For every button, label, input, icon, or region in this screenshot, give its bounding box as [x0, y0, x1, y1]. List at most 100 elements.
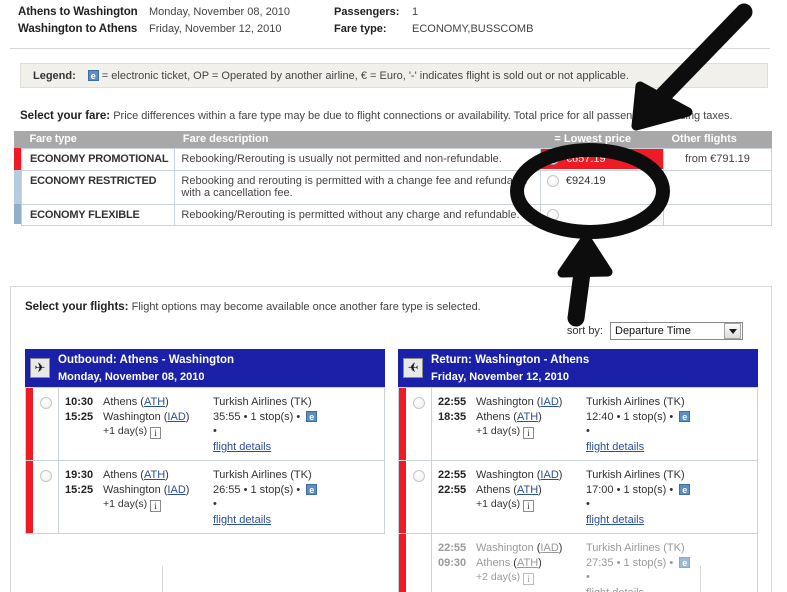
flight-info: Turkish Airlines (TK) 26:55 • 1 stop(s) …: [207, 461, 384, 533]
eticket-icon: e: [306, 411, 318, 423]
flight-select-radio-wrap[interactable]: [406, 388, 432, 460]
other-flights-cell[interactable]: from €791.19: [662, 147, 773, 171]
info-icon[interactable]: i: [149, 500, 161, 512]
list-item: 22:55 Washington (IAD) 09:30 Athens (ATH) …: [398, 534, 758, 592]
departure-time: 22:55: [438, 469, 467, 481]
departure-airport-code[interactable]: ATH: [144, 469, 165, 481]
price-radio-icon[interactable]: [546, 174, 559, 187]
fare-row-marker: [14, 204, 22, 225]
stops-count: 1 stop(s): [623, 410, 667, 423]
arrival-airport-code[interactable]: ATH: [517, 484, 538, 496]
departure-city: Washington: [476, 469, 534, 481]
eticket-icon: e: [306, 484, 318, 496]
flight-select-radio-wrap[interactable]: [406, 461, 432, 533]
outbound-plane-icon: ✈: [30, 358, 50, 378]
arrival-city: Athens: [476, 556, 511, 569]
price-option[interactable]: [541, 205, 663, 225]
arrival-airport-code: ATH: [516, 556, 539, 569]
summary-row: Athens to Washington Monday, November 08…: [18, 6, 787, 23]
table-row: ECONOMY FLEXIBLE Rebooking/Rerouting is …: [14, 203, 773, 226]
price-radio-icon[interactable]: [546, 152, 559, 165]
return-leg-header: ✈ Return: Washington - Athens Friday, No…: [398, 349, 758, 387]
summary-date-outbound: Monday, November 08, 2010: [149, 6, 291, 18]
fare-price-cell[interactable]: [539, 203, 664, 226]
other-flights-header: Other flights: [663, 131, 772, 148]
list-item[interactable]: 22:55 Washington (IAD) 22:55 Athens (ATH) …: [398, 461, 758, 534]
departure-airport-code[interactable]: IAD: [540, 469, 558, 481]
price-amount: €924.19: [565, 174, 606, 187]
legend-label: Legend:: [33, 69, 76, 82]
stops-count: 1 stop(s): [623, 483, 667, 496]
chevron-down-icon[interactable]: [724, 323, 741, 339]
list-item[interactable]: 22:55 Washington (IAD) 18:35 Athens (ATH) …: [398, 387, 758, 461]
summary-row: Washington to Athens Friday, November 12…: [18, 23, 787, 40]
info-icon[interactable]: i: [149, 427, 161, 439]
flight-row-marker: [399, 461, 406, 533]
flight-details-link[interactable]: flight details: [586, 514, 644, 526]
departure-airport-code[interactable]: ATH: [144, 396, 165, 408]
arrival-time: 15:25: [65, 410, 94, 423]
airline-name: Turkish Airlines (TK): [213, 396, 312, 408]
flight-details-link[interactable]: flight details: [213, 441, 271, 453]
departure-airport-code[interactable]: IAD: [540, 396, 558, 408]
flight-details-link[interactable]: flight details: [213, 514, 271, 526]
list-item[interactable]: 10:30 Athens (ATH) 15:25 Washington (IAD) …: [25, 387, 385, 461]
return-leg-date: Friday, November 12, 2010: [431, 370, 569, 383]
sort-by-select[interactable]: Departure Time: [610, 322, 743, 340]
departure-time: 10:30: [65, 396, 94, 408]
fare-price-cell[interactable]: €657.19: [539, 147, 664, 171]
eticket-icon: e: [87, 70, 99, 81]
flight-radio-icon[interactable]: [39, 470, 52, 482]
marker-column-header: [14, 131, 22, 148]
select-flights-panel: Select your flights: Flight options may …: [10, 286, 772, 592]
flight-legs-container: ✈ Outbound: Athens - Washington Monday, …: [25, 349, 771, 592]
list-item[interactable]: 19:30 Athens (ATH) 15:25 Washington (IAD) …: [25, 461, 385, 534]
itinerary-summary: Athens to Washington Monday, November 08…: [0, 0, 787, 40]
other-flights-cell: [662, 169, 773, 205]
passengers-label: Passengers:: [334, 6, 400, 18]
arrival-city: Washington: [103, 410, 161, 423]
fare-type-cell: ECONOMY RESTRICTED: [20, 169, 176, 205]
sort-by-value: Departure Time: [615, 325, 691, 337]
arrival-airport-code[interactable]: ATH: [517, 411, 538, 423]
flight-row-marker: [26, 388, 33, 460]
header-divider: [10, 48, 770, 49]
departure-time: 22:55: [438, 542, 467, 554]
arrival-airport-code[interactable]: IAD: [167, 411, 185, 423]
flight-radio-icon[interactable]: [39, 397, 52, 409]
fare-type-cell: ECONOMY FLEXIBLE: [20, 203, 176, 226]
day-offset: +1 day(s): [103, 425, 148, 437]
price-option-selected[interactable]: €657.19: [540, 148, 663, 169]
flight-radio-icon[interactable]: [412, 397, 425, 409]
fare-marker-bar: [14, 170, 21, 204]
info-icon[interactable]: i: [522, 427, 534, 439]
flight-select-radio-wrap[interactable]: [33, 461, 59, 533]
fare-price-cell[interactable]: €924.19: [539, 169, 664, 205]
flight-times: 22:55 Washington (IAD) 09:30 Athens (ATH) …: [438, 542, 563, 585]
return-leg: ✈ Return: Washington - Athens Friday, No…: [398, 349, 758, 592]
booking-page: Athens to Washington Monday, November 08…: [0, 0, 787, 592]
departure-time: 22:55: [438, 396, 467, 408]
select-flights-text: Flight options may become available once…: [131, 301, 481, 313]
info-icon[interactable]: i: [522, 500, 534, 512]
fare-marker-bar: [14, 148, 21, 170]
flight-select-radio-wrap[interactable]: [33, 388, 59, 460]
price-radio-icon[interactable]: [546, 208, 559, 221]
arrival-time: 18:35: [438, 410, 467, 423]
flight-duration: 17:00: [586, 483, 614, 496]
select-flights-instructions: Select your flights: Flight options may …: [25, 301, 771, 313]
flight-radio-icon[interactable]: [412, 470, 425, 482]
departure-city: Athens: [103, 396, 138, 408]
footer-divider-right: [700, 566, 701, 592]
stops-count: 1 stop(s): [623, 556, 667, 569]
fare-row-marker: [14, 170, 22, 204]
return-leg-title: Return: Washington - Athens: [431, 353, 590, 366]
legend-bar: Legend: e = electronic ticket, OP = Oper…: [20, 63, 768, 88]
flight-details-link[interactable]: flight details: [586, 441, 644, 453]
fare-description-cell: Rebooking/Rerouting is permitted without…: [174, 203, 541, 226]
price-option[interactable]: €924.19: [541, 171, 663, 191]
day-offset: +1 day(s): [476, 498, 521, 510]
flight-info: Turkish Airlines (TK) 27:35 • 1 stop(s) …: [580, 534, 757, 592]
fare-type-cell: ECONOMY PROMOTIONAL: [20, 147, 176, 171]
arrival-airport-code[interactable]: IAD: [167, 484, 185, 496]
